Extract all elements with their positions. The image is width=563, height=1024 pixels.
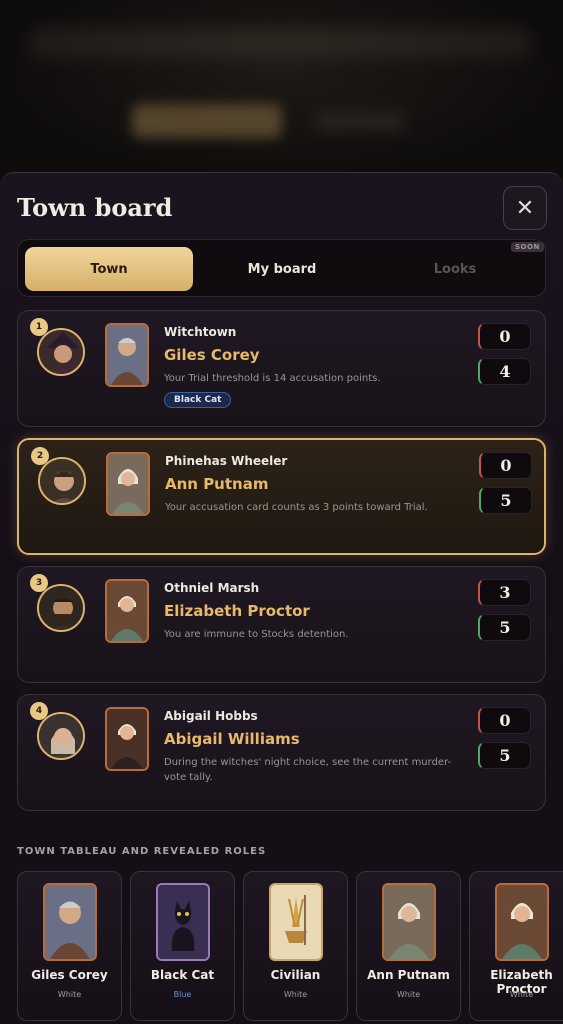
role-card-art — [43, 883, 97, 961]
role-card-art — [105, 579, 149, 643]
role-name: Ann Putnam — [165, 475, 269, 493]
accusation-count: 0 — [478, 707, 531, 734]
trial-threshold: 5 — [478, 614, 531, 641]
role-card-art — [156, 883, 210, 961]
tableau-card[interactable]: Black Cat Blue — [130, 871, 235, 1021]
role-name: Giles Corey — [164, 346, 260, 364]
tableau-team: White — [509, 990, 534, 999]
role-ability: You are immune to Stocks detention. — [164, 629, 349, 640]
avatar — [37, 328, 85, 376]
player-name: Abigail Hobbs — [164, 709, 258, 723]
black-cat-tag: Black Cat — [164, 392, 232, 408]
role-card-art — [269, 883, 323, 961]
rank-badge: 2 — [31, 447, 49, 465]
avatar — [38, 457, 86, 505]
player-card[interactable]: 3 Othniel Marsh Elizabeth Proctor You ar… — [17, 566, 546, 683]
tableau-role-name: Black Cat — [150, 968, 215, 982]
accusation-count: 0 — [478, 323, 531, 350]
role-card-art — [105, 323, 149, 387]
player-name: Othniel Marsh — [164, 581, 260, 595]
tableau-card[interactable]: Elizabeth Proctor White — [469, 871, 563, 1021]
rank-badge: 3 — [30, 574, 48, 592]
background-blurred-screen — [0, 0, 563, 180]
avatar — [37, 712, 85, 760]
background-link — [315, 110, 405, 132]
sheet-title: Town board — [17, 193, 173, 222]
trial-threshold: 5 — [478, 742, 531, 769]
role-card-art — [105, 707, 149, 771]
background-header — [30, 28, 530, 58]
tableau-card[interactable]: Ann Putnam White — [356, 871, 461, 1021]
tableau-carousel[interactable]: Giles Corey White Black Cat Blue Civilia… — [17, 871, 563, 1024]
tableau-team: Blue — [173, 990, 192, 999]
rank-badge: 4 — [30, 702, 48, 720]
tableau-role-name: Civilian — [270, 968, 321, 982]
accusation-count: 3 — [478, 579, 531, 606]
role-ability: Your accusation card counts as 3 points … — [165, 502, 428, 513]
tab-my-board[interactable]: My board — [198, 247, 366, 291]
trial-threshold: 4 — [478, 358, 531, 385]
tableau-team: White — [396, 990, 421, 999]
role-card-art — [495, 883, 549, 961]
player-card[interactable]: 1 Witchtown Giles Corey Your Trial thres… — [17, 310, 546, 427]
close-icon: ✕ — [515, 195, 535, 221]
role-card-art — [106, 452, 150, 516]
tableau-card[interactable]: Giles Corey White — [17, 871, 122, 1021]
tab-town[interactable]: Town — [25, 247, 193, 291]
role-name: Abigail Williams — [164, 730, 300, 748]
player-card[interactable]: 2 Phinehas Wheeler Ann Putnam Your accus… — [17, 438, 546, 555]
close-button[interactable]: ✕ — [503, 186, 547, 230]
role-name: Elizabeth Proctor — [164, 602, 310, 620]
tab-bar: Town My board Looks SOON — [17, 239, 546, 297]
tableau-card[interactable]: Civilian White — [243, 871, 348, 1021]
player-name: Phinehas Wheeler — [165, 454, 288, 468]
role-ability: Your Trial threshold is 14 accusation po… — [164, 373, 381, 384]
role-card-art — [382, 883, 436, 961]
role-ability: During the witches' night choice, see th… — [164, 757, 452, 783]
player-card[interactable]: 4 Abigail Hobbs Abigail Williams During … — [17, 694, 546, 811]
accusation-count: 0 — [479, 452, 532, 479]
tableau-role-name: Giles Corey — [31, 968, 108, 982]
tableau-team: White — [57, 990, 82, 999]
soon-badge: SOON — [511, 242, 544, 252]
tableau-team: White — [283, 990, 308, 999]
background-button — [132, 104, 282, 138]
rank-badge: 1 — [30, 318, 48, 336]
town-board-sheet: Town board ✕ Town My board Looks SOON 1 … — [0, 172, 563, 1024]
tableau-section-title: TOWN TABLEAU AND REVEALED ROLES — [17, 846, 267, 857]
trial-threshold: 5 — [479, 487, 532, 514]
player-name: Witchtown — [164, 325, 237, 339]
tableau-role-name: Ann Putnam — [367, 968, 450, 982]
tab-looks[interactable]: Looks — [371, 247, 539, 291]
avatar — [37, 584, 85, 632]
